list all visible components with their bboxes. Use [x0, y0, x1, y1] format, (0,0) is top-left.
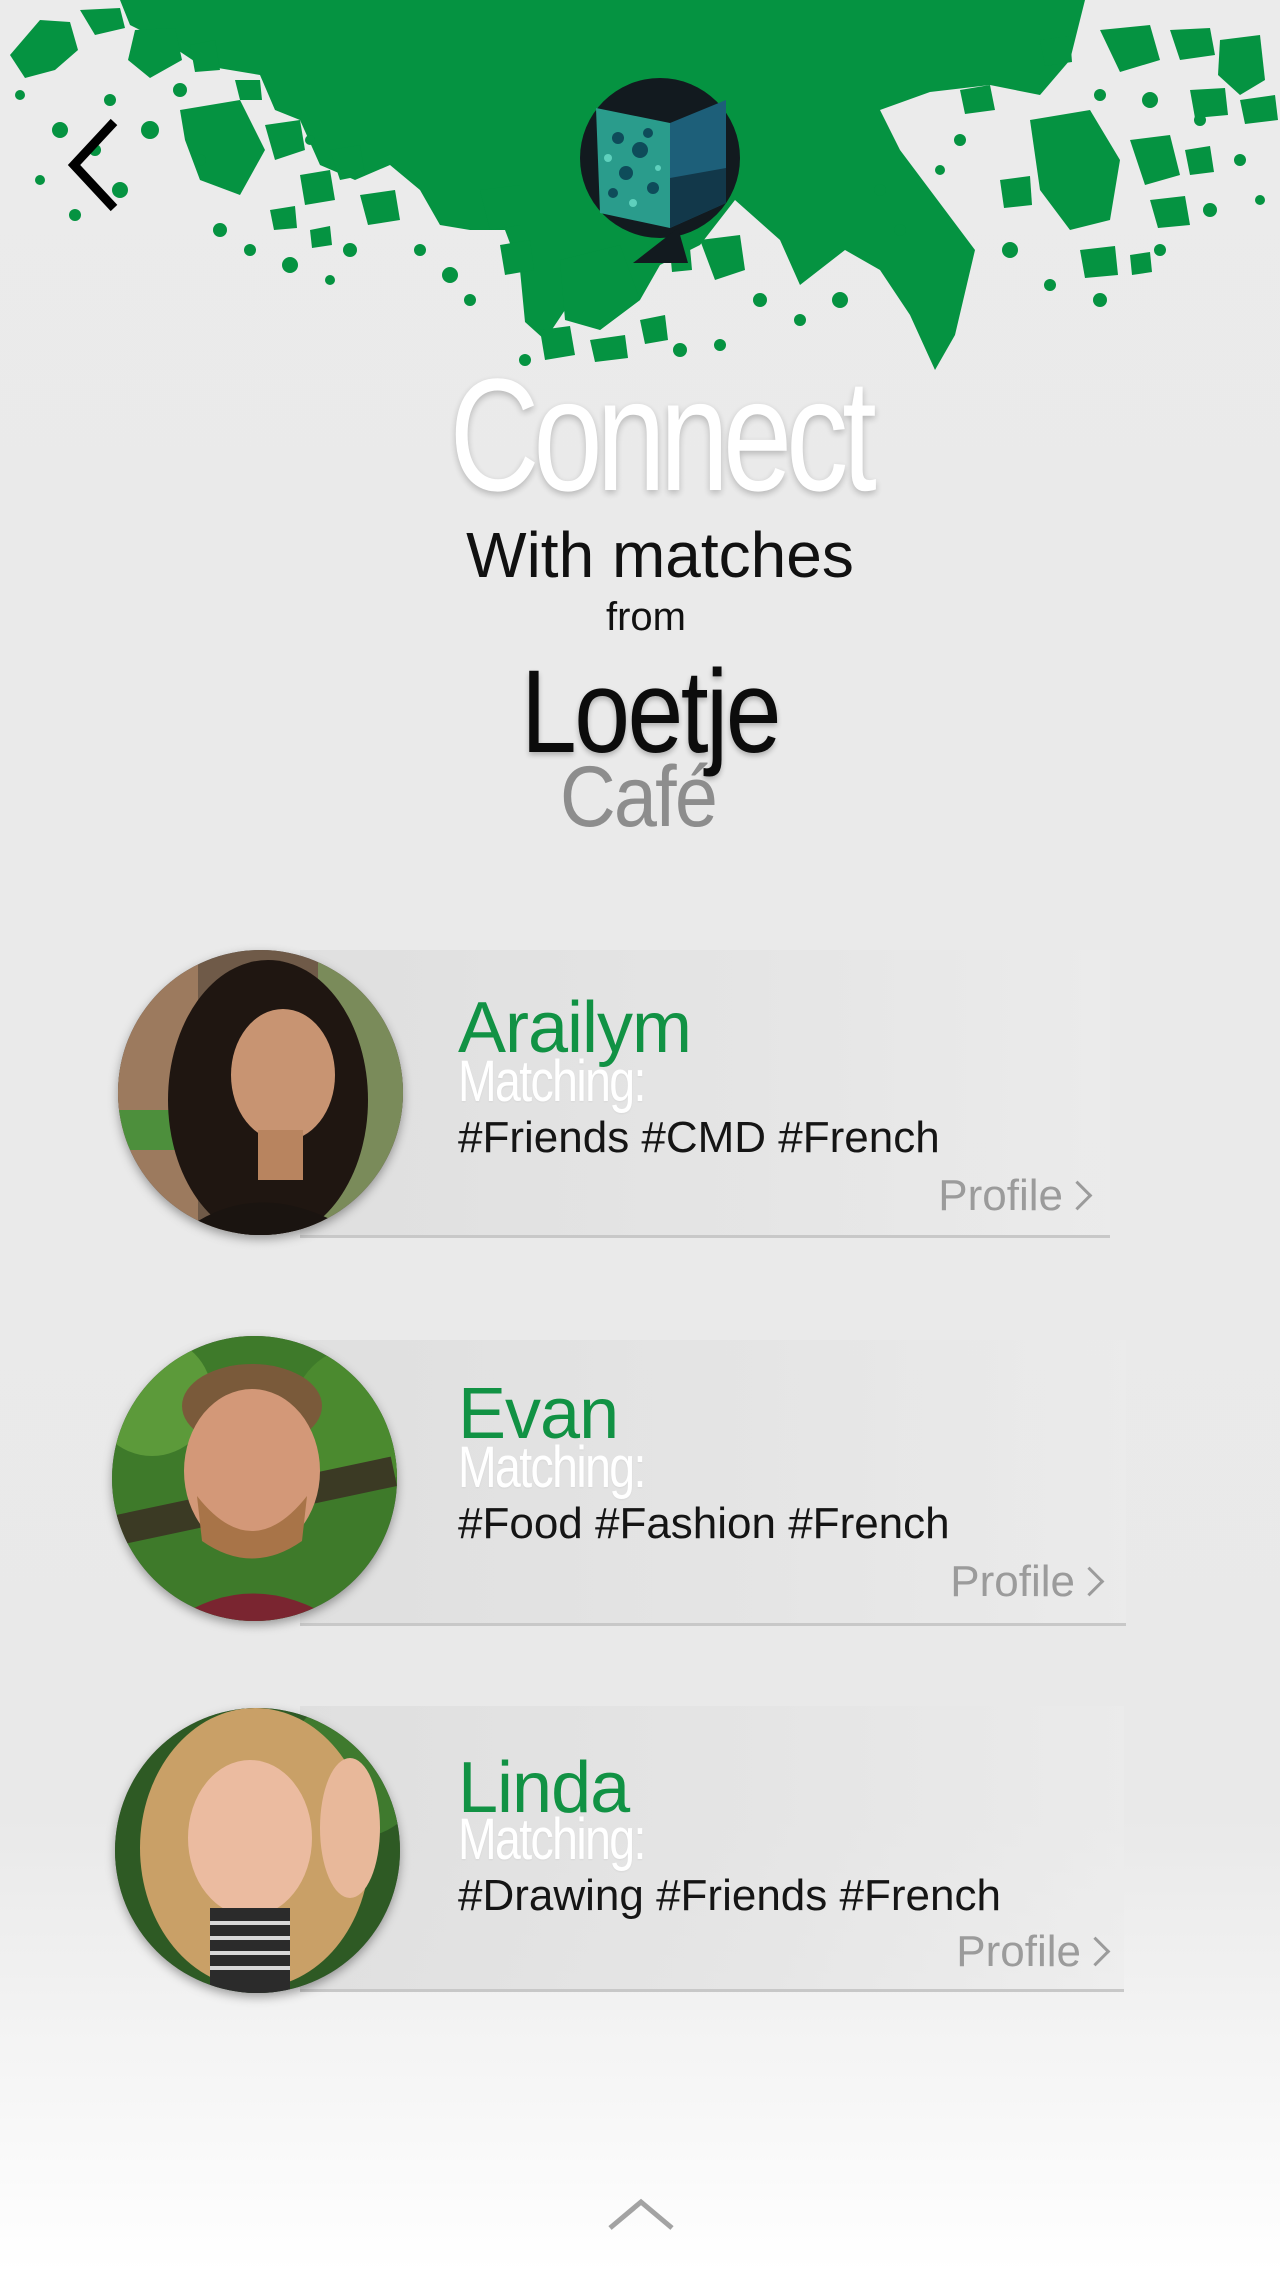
chevron-right-icon [1062, 1180, 1093, 1211]
chevron-right-icon [1080, 1936, 1111, 1967]
matching-label: Matching: [458, 1435, 646, 1500]
hero-subtitle: With matches [466, 519, 854, 591]
profile-link-label: Profile [950, 1557, 1075, 1606]
profile-link-label: Profile [938, 1171, 1063, 1220]
match-screen: Connect With matches from Loetje Café Ar… [0, 0, 1280, 2272]
venue-type: Café [559, 749, 718, 845]
avatar[interactable] [112, 1336, 397, 1621]
avatar-photo [118, 950, 403, 1235]
matching-label: Matching: [458, 1049, 646, 1114]
avatar-photo [115, 1708, 400, 1993]
chevron-up-icon [608, 2198, 674, 2230]
app-logo [578, 78, 744, 268]
profile-link[interactable]: Profile [950, 1557, 1105, 1606]
chevron-right-icon [1074, 1566, 1105, 1597]
match-card[interactable]: Evan Matching: #Food #Fashion #French Pr… [300, 1340, 1126, 1626]
profile-link[interactable]: Profile [938, 1171, 1093, 1220]
match-tags: #Food #Fashion #French [458, 1499, 950, 1548]
profile-link-label: Profile [956, 1927, 1081, 1976]
avatar[interactable] [118, 950, 403, 1235]
back-button[interactable] [62, 110, 142, 220]
hero-from: from [606, 595, 686, 639]
match-tags: #Friends #CMD #French [458, 1113, 940, 1162]
profile-link[interactable]: Profile [956, 1927, 1111, 1976]
match-tags: #Drawing #Friends #French [458, 1871, 1001, 1920]
avatar[interactable] [115, 1708, 400, 1993]
matching-label: Matching: [458, 1807, 646, 1872]
app-logo-icon [580, 78, 740, 263]
hero-title: Connect [449, 345, 876, 524]
match-card[interactable]: Arailym Matching: #Friends #CMD #French … [300, 950, 1110, 1238]
chevron-left-icon [67, 118, 118, 212]
match-card[interactable]: Linda Matching: #Drawing #Friends #Frenc… [300, 1706, 1124, 1992]
scroll-up-button[interactable] [604, 2190, 678, 2236]
avatar-photo [112, 1336, 397, 1621]
